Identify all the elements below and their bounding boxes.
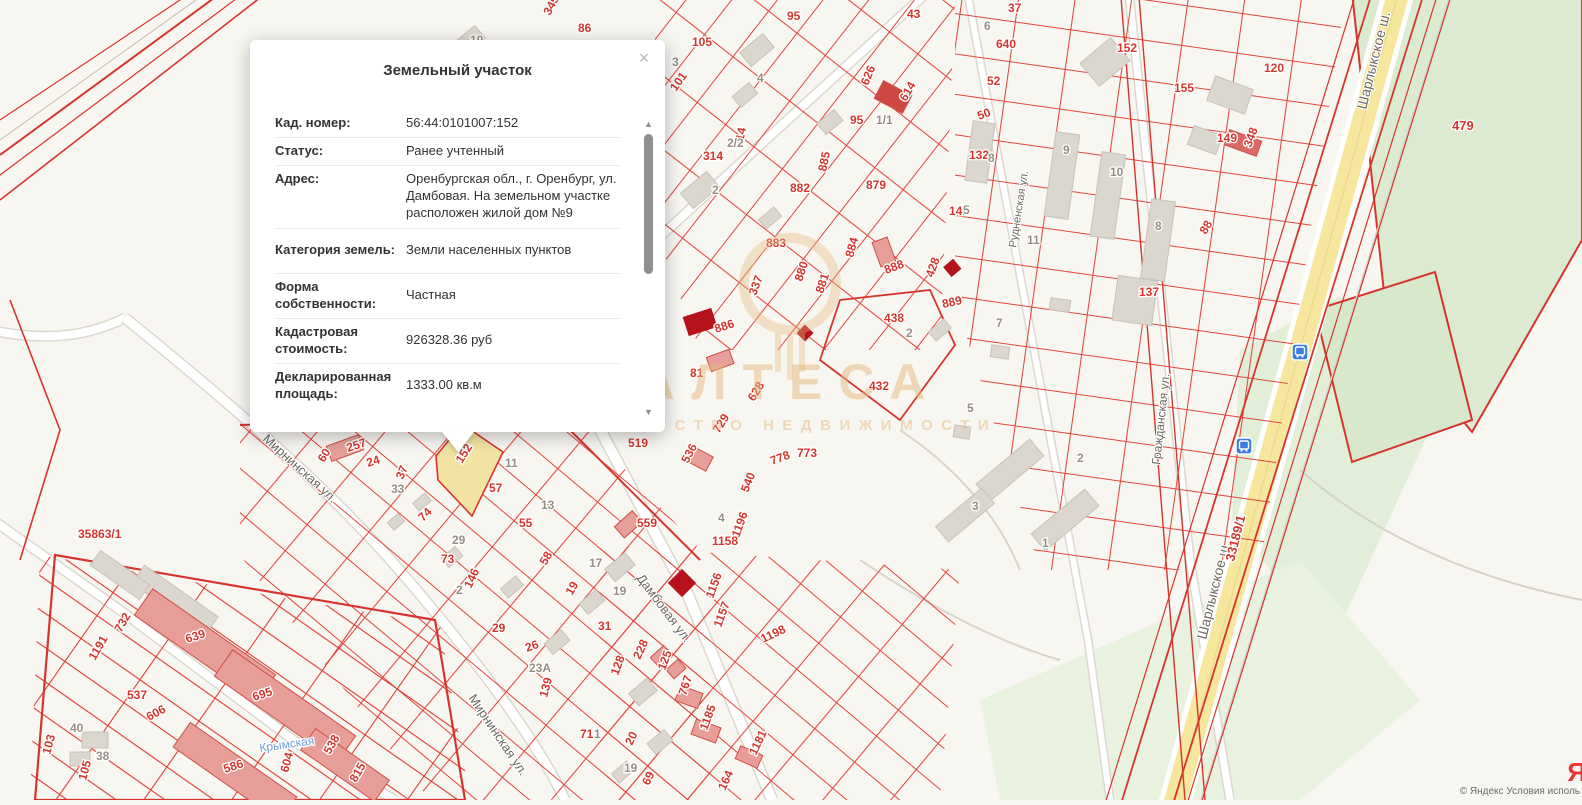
parcel-label: 1 [594,727,601,741]
parcel-label: 314 [703,149,723,163]
parcel-label: 559 [637,516,657,530]
parcel-label: 152 [1117,41,1137,55]
field-address: Адрес: Оренбургская обл., г. Оренбург, у… [275,166,620,229]
parcel-label: 5 [967,401,974,415]
parcel-label: 9 [1063,143,1070,157]
parcel-label: 1 [1042,536,1049,550]
parcel-label: 879 [866,178,886,192]
parcel-label: 5 [963,203,970,217]
parcel-label: 11 [505,456,518,470]
field-ownership: Форма собственности: Частная [275,274,620,319]
scrollbar-thumb[interactable] [644,134,653,274]
parcel-label: 29 [452,533,466,547]
popup-fields: Кад. номер: 56:44:0101007:152 Статус: Ра… [275,110,620,420]
parcel-label: 7 [996,316,1003,330]
parcel-label: 81 [690,366,704,380]
parcel-label: 11 [1027,233,1040,247]
parcel-label: 432 [869,379,889,393]
parcel-label: 52 [987,74,1001,88]
parcel-label: 8 [988,151,995,165]
parcel-label: 29 [492,621,506,635]
parcel-label: 10 [1110,165,1124,179]
parcel-label: 519 [628,436,648,450]
parcel-label: 95 [787,9,801,23]
parcel-label: 883 [766,236,786,250]
close-icon[interactable]: × [635,50,653,68]
parcel-label: 40 [70,721,84,735]
parcel-label: 57 [489,481,503,495]
parcel-label: 86 [578,21,592,35]
parcel-label: 31 [598,619,612,633]
parcel-label: 438 [884,311,904,325]
parcel-label: 149 [1217,131,1237,145]
parcel-info-popup: × Земельный участок Кад. номер: 56:44:01… [250,40,665,432]
parcel-label: 43 [907,7,921,21]
parcel-label: 537 [127,688,147,702]
parcel-label: 3 [972,499,979,513]
popup-pointer [442,432,474,452]
parcel-label: 773 [797,446,817,460]
parcel-label: 35863/1 [78,527,122,541]
cadastral-map: Мирнинская ул.Мирнинская ул.Дамбовая ул.… [0,0,1582,800]
parcel-label: 105 [692,35,712,49]
map-canvas[interactable]: Мирнинская ул.Мирнинская ул.Дамбовая ул.… [0,0,1582,800]
parcel-label: 882 [790,181,810,195]
parcel-label: 4 [757,71,764,85]
parcel-label: 137 [1139,285,1159,299]
parcel-label: 1158 [712,534,738,548]
field-cadastral-value: Кадастровая стоимость: 926328.36 руб [275,319,620,364]
field-cad-number: Кад. номер: 56:44:0101007:152 [275,110,620,138]
parcel-label: 73 [441,552,455,566]
parcel-label: 38 [96,749,110,763]
parcel-label: 2/2 [727,136,744,150]
parcel-label: 2 [456,583,463,597]
parcel-label: 71 [580,727,594,741]
parcel-label: 120 [1264,61,1284,75]
bus-stop-icon[interactable] [1292,344,1308,360]
field-status: Статус: Ранее учтенный [275,138,620,166]
bus-stop-icon[interactable] [1236,438,1252,454]
parcel-label: 3 [672,55,679,69]
parcel-label: 37 [1008,1,1022,15]
parcel-label: 1/1 [876,113,893,127]
parcel-label: 2 [712,183,719,197]
parcel-label: 479 [1452,118,1474,133]
parcel-label: 33 [391,482,405,496]
parcel-label: 4 [718,511,725,525]
popup-scrollbar[interactable]: ▲ ▼ [642,118,655,418]
parcel-label: 132 [969,148,989,162]
parcel-label: 155 [1174,81,1194,95]
field-declared-area: Декларированная площадь: 1333.00 кв.м [275,364,620,408]
parcel-label: 2 [1077,451,1084,465]
scroll-down-icon[interactable]: ▼ [642,406,655,418]
parcel-label: 17 [589,556,603,570]
parcel-label: 95 [850,113,864,127]
parcel-label: 2 [906,326,913,340]
parcel-label: 55 [519,516,533,530]
parcel-label: 640 [996,37,1016,51]
scroll-up-icon[interactable]: ▲ [642,118,655,130]
field-land-category: Категория земель: Земли населенных пункт… [275,229,620,274]
parcel-label: 19 [613,584,627,598]
yandex-logo-fragment: Я [1567,757,1582,788]
parcel-label: 13 [541,498,555,512]
popup-title: Земельный участок [250,40,665,89]
map-copyright[interactable]: © Яндекс Условия исполь [1460,786,1580,797]
parcel-label: 8 [1155,219,1162,233]
parcel-label: 19 [624,761,638,775]
parcel-label: 6 [984,19,991,33]
parcel-label: 23А [529,661,551,675]
